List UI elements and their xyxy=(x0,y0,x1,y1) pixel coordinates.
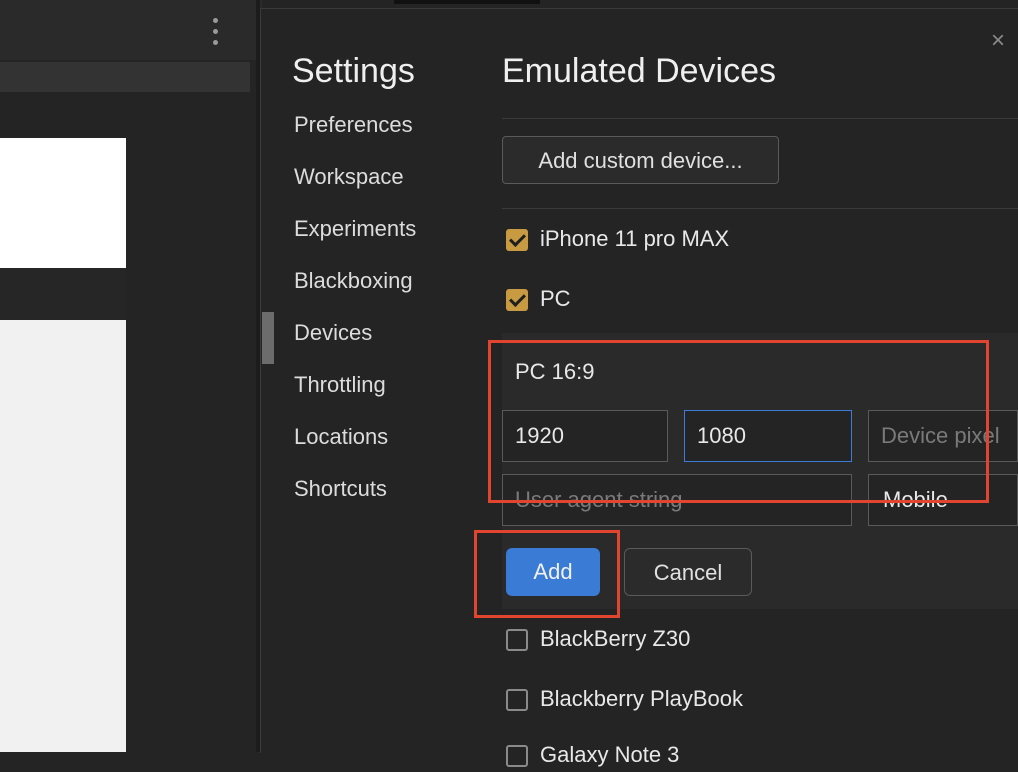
devtools-background-pane xyxy=(0,0,262,752)
device-checkbox[interactable] xyxy=(506,229,528,251)
device-width-input[interactable] xyxy=(502,410,668,462)
add-button[interactable]: Add xyxy=(506,548,600,596)
nav-item-preferences[interactable]: Preferences xyxy=(294,112,413,138)
add-custom-device-button[interactable]: Add custom device... xyxy=(502,136,779,184)
device-checkbox[interactable] xyxy=(506,689,528,711)
page-preview-content xyxy=(0,138,126,268)
separator xyxy=(502,118,1018,119)
nav-item-workspace[interactable]: Workspace xyxy=(294,164,404,190)
nav-selected-indicator xyxy=(262,312,274,364)
device-name-input[interactable] xyxy=(502,346,1018,398)
user-agent-input[interactable] xyxy=(502,474,852,526)
nav-item-experiments[interactable]: Experiments xyxy=(294,216,416,242)
device-checkbox[interactable] xyxy=(506,289,528,311)
device-type-select[interactable]: Mobile xyxy=(868,474,1018,526)
page-preview-header xyxy=(0,268,126,320)
nav-item-devices[interactable]: Devices xyxy=(294,320,372,346)
device-name: PC xyxy=(540,286,571,311)
separator xyxy=(502,208,1018,209)
nav-item-throttling[interactable]: Throttling xyxy=(294,372,386,398)
panel-title: Emulated Devices xyxy=(502,52,777,90)
nav-item-shortcuts[interactable]: Shortcuts xyxy=(294,476,387,502)
device-name: Blackberry PlayBook xyxy=(540,686,743,711)
devtools-filter-bar xyxy=(0,62,250,92)
devtools-toolbar xyxy=(0,0,262,60)
nav-item-blackboxing[interactable]: Blackboxing xyxy=(294,268,413,294)
device-checkbox[interactable] xyxy=(506,629,528,651)
device-checkbox[interactable] xyxy=(506,745,528,767)
settings-title: Settings xyxy=(292,52,415,90)
device-height-input[interactable] xyxy=(684,410,852,462)
device-name: iPhone 11 pro MAX xyxy=(540,226,730,251)
more-options-icon[interactable] xyxy=(208,16,224,48)
cancel-button[interactable]: Cancel xyxy=(624,548,752,596)
device-name: Galaxy Note 3 xyxy=(540,742,680,767)
tab-indicator xyxy=(394,0,540,4)
nav-item-locations[interactable]: Locations xyxy=(294,424,388,450)
page-preview xyxy=(0,138,126,752)
device-pixel-ratio-input[interactable] xyxy=(868,410,1018,462)
close-icon[interactable]: × xyxy=(985,28,1011,54)
device-name: BlackBerry Z30 xyxy=(540,626,691,651)
